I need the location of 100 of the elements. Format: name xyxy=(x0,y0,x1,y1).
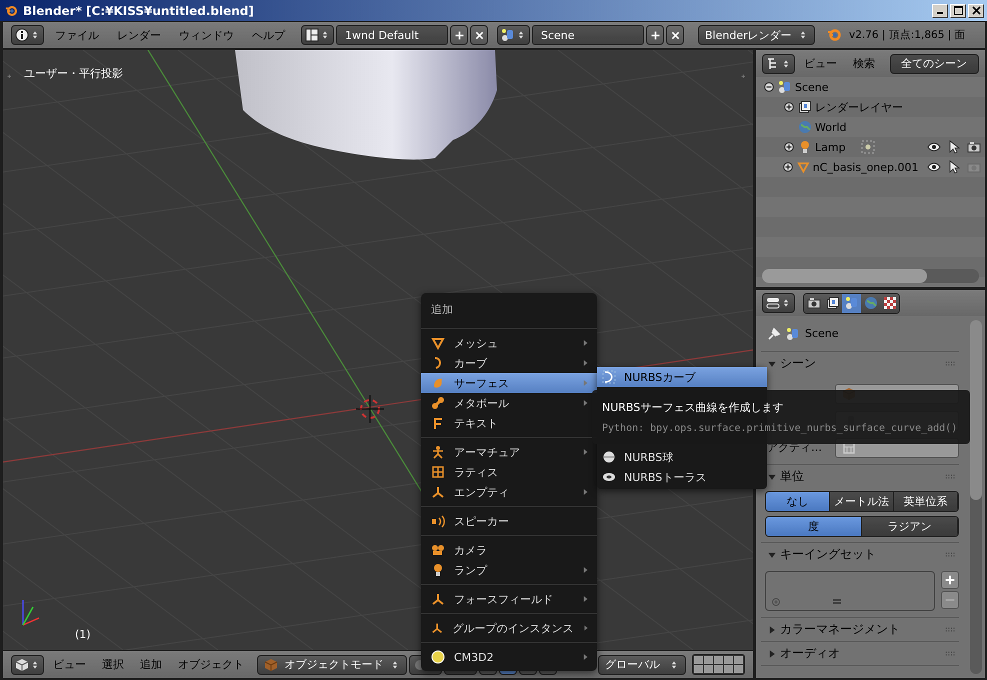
add-button[interactable] xyxy=(646,25,664,45)
panel-header[interactable]: キーイングセット xyxy=(761,543,959,566)
tooltip-title: NURBSサーフェス曲線を作成します xyxy=(602,400,784,415)
surface-icon xyxy=(431,376,445,390)
remove-button[interactable] xyxy=(941,591,959,609)
tree-item[interactable]: レンダーレイヤー xyxy=(815,100,903,114)
editor-type-button[interactable] xyxy=(11,25,44,45)
close-icon xyxy=(474,30,484,40)
menu-item[interactable]: メッシュ xyxy=(421,333,597,353)
scene-field[interactable]: Scene xyxy=(532,25,644,45)
menu-item[interactable]: カメラ xyxy=(421,540,597,560)
properties-icon xyxy=(766,296,780,310)
menu-item[interactable]: CM3D2 xyxy=(421,647,597,667)
light-bulb-icon xyxy=(798,140,812,154)
toggle-option[interactable]: 度 xyxy=(766,517,862,536)
circle-icon xyxy=(431,650,445,664)
add-button[interactable] xyxy=(450,25,468,45)
letter-f-icon xyxy=(431,416,445,430)
scene-type-button[interactable] xyxy=(497,25,530,45)
axes-icon xyxy=(431,485,445,499)
menu-item[interactable]: 選択 xyxy=(95,654,131,674)
toggle-option[interactable]: 英単位系 xyxy=(894,492,958,511)
menu-item[interactable]: 追加 xyxy=(133,654,169,674)
menu-item[interactable]: アーマチュア xyxy=(421,442,597,462)
add-button[interactable] xyxy=(941,571,959,589)
nurbs-curve-icon xyxy=(602,370,616,384)
expand-toggle[interactable] xyxy=(783,161,794,173)
context-tab[interactable] xyxy=(842,294,861,312)
maximize-button[interactable] xyxy=(950,4,966,18)
up-down-arrows-icon xyxy=(320,30,330,40)
frame-label: (1) xyxy=(75,628,91,641)
delete-button[interactable] xyxy=(666,25,684,45)
expand-toggle[interactable] xyxy=(783,141,795,153)
scene-icon xyxy=(786,326,800,340)
collapse-toggle[interactable] xyxy=(763,81,775,93)
display-mode-dropdown[interactable]: 全てのシーン xyxy=(890,54,979,74)
menu-item[interactable]: フォースフィールド xyxy=(421,589,597,609)
3d-cursor-icon xyxy=(356,394,384,424)
cube-icon xyxy=(15,658,29,672)
up-down-arrows-icon xyxy=(781,58,791,68)
menu-item[interactable]: グループのインスタンス xyxy=(421,618,597,638)
editor-type-button[interactable] xyxy=(762,54,795,74)
minimize-icon xyxy=(937,12,943,14)
close-icon xyxy=(972,6,980,15)
menu-item[interactable]: 検索 xyxy=(846,54,882,74)
context-tab[interactable] xyxy=(861,294,880,312)
up-down-arrows-icon xyxy=(798,30,808,40)
plus-circle-icon xyxy=(770,596,782,608)
menu-item[interactable]: ウィンドウ xyxy=(172,25,241,45)
screen-layout-field[interactable]: 1wnd Default xyxy=(336,25,448,45)
up-down-arrows-icon xyxy=(516,30,526,40)
menu-item[interactable]: NURBSカーブ xyxy=(597,367,767,387)
scrollbar[interactable] xyxy=(970,320,982,674)
mode-dropdown[interactable]: オブジェクトモード xyxy=(257,654,407,674)
render-engine-dropdown[interactable]: Blenderレンダー xyxy=(698,25,815,45)
menu-item[interactable]: ラティス xyxy=(421,462,597,482)
scrollbar[interactable] xyxy=(762,269,979,283)
toggle-option[interactable]: ラジアン xyxy=(862,517,958,536)
scene-icon xyxy=(778,80,792,94)
menu-item[interactable]: カーブ xyxy=(421,353,597,373)
cube-icon xyxy=(264,658,278,672)
toggle-option[interactable]: なし xyxy=(766,492,830,511)
context-tab[interactable] xyxy=(804,294,823,312)
tree-item[interactable]: Lamp xyxy=(815,140,846,154)
sphere-icon xyxy=(602,450,616,464)
orientation-dropdown[interactable]: グローバル xyxy=(598,654,686,674)
close-button[interactable] xyxy=(968,4,984,18)
armature-icon xyxy=(431,445,445,459)
menu-item[interactable]: NURBS球 xyxy=(597,447,767,467)
editor-type-button[interactable] xyxy=(11,654,44,674)
delete-button[interactable] xyxy=(470,25,488,45)
menu-item[interactable]: オブジェクト xyxy=(171,654,251,674)
tree-item[interactable]: Scene xyxy=(795,80,829,94)
context-path: Scene xyxy=(805,327,839,340)
menu-item[interactable]: ファイル xyxy=(48,25,106,45)
layer-grid[interactable] xyxy=(692,654,745,675)
plus-icon xyxy=(944,574,956,586)
context-tab[interactable] xyxy=(880,294,899,312)
panel-header[interactable]: オーディオ xyxy=(761,642,959,665)
tree-item[interactable]: World xyxy=(815,120,847,134)
globe-icon xyxy=(864,296,878,310)
expand-toggle[interactable] xyxy=(783,101,795,113)
screen-layout-type-button[interactable] xyxy=(301,25,334,45)
toggle-option[interactable]: メートル法 xyxy=(830,492,894,511)
panel-header[interactable]: カラーマネージメント xyxy=(761,618,959,641)
editor-type-button[interactable] xyxy=(762,293,795,313)
plus-icon xyxy=(650,30,660,40)
close-icon xyxy=(670,30,680,40)
menu-item[interactable]: ランプ xyxy=(421,560,597,580)
minimize-button[interactable] xyxy=(932,4,948,18)
context-tab[interactable] xyxy=(823,294,842,312)
menu-item[interactable]: エンプティ xyxy=(421,482,597,502)
menu-item[interactable]: サーフェス xyxy=(421,373,597,393)
tree-item[interactable]: nC_basis_onep.001 xyxy=(812,160,919,174)
menu-item[interactable]: ヘルプ xyxy=(245,25,292,45)
menu-item[interactable]: ビュー xyxy=(46,654,93,674)
menu-item[interactable]: スピーカー xyxy=(421,511,597,531)
light-bulb-icon xyxy=(431,563,445,577)
menu-item[interactable]: ビュー xyxy=(797,54,844,74)
menu-item[interactable]: レンダー xyxy=(110,25,168,45)
